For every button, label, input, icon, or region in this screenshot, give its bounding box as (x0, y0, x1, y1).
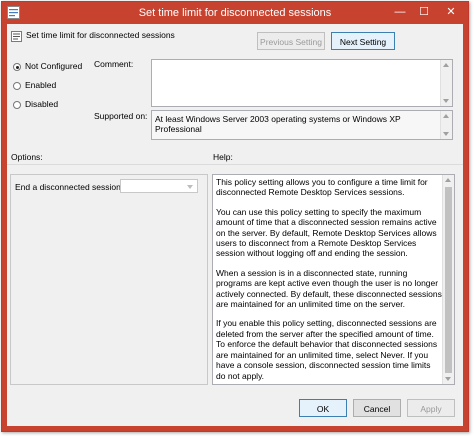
scroll-down-icon[interactable] (443, 99, 449, 103)
policy-name-label: Set time limit for disconnected sessions (26, 30, 175, 40)
next-setting-button[interactable]: Next Setting (331, 32, 395, 50)
comment-scrollbar[interactable] (440, 60, 452, 106)
policy-setting-icon (11, 31, 22, 42)
options-panel: End a disconnected session (10, 174, 208, 385)
minimize-button[interactable]: — (388, 3, 412, 21)
help-paragraph: This policy setting allows you to config… (216, 177, 428, 198)
maximize-button[interactable]: ☐ (412, 3, 436, 21)
supported-on-label: Supported on: (94, 111, 148, 121)
not-configured-label[interactable]: Not Configured (25, 61, 82, 71)
cancel-button[interactable]: Cancel (353, 399, 401, 417)
disabled-radio[interactable] (13, 101, 21, 109)
help-text: This policy setting allows you to config… (216, 177, 442, 390)
help-paragraph: You can use this policy setting to speci… (216, 206, 437, 259)
close-button[interactable]: ✕ (436, 3, 466, 21)
supported-on-value: At least Windows Server 2003 operating s… (155, 114, 401, 134)
section-divider (7, 164, 463, 165)
comment-textarea[interactable] (151, 59, 453, 107)
ok-button[interactable]: OK (299, 399, 347, 417)
end-session-dropdown[interactable] (120, 179, 198, 193)
supported-on-box: At least Windows Server 2003 operating s… (151, 110, 453, 140)
apply-button[interactable]: Apply (407, 399, 455, 417)
dialog-body: Set time limit for disconnected sessions… (7, 24, 463, 426)
chevron-down-icon (187, 185, 193, 189)
scroll-up-icon[interactable] (443, 114, 449, 118)
comment-label: Comment: (94, 59, 134, 69)
help-scrollbar[interactable] (442, 175, 454, 384)
scroll-up-icon[interactable] (445, 178, 451, 182)
scroll-thumb[interactable] (445, 187, 452, 373)
previous-setting-button[interactable]: Previous Setting (257, 32, 325, 50)
help-panel: This policy setting allows you to config… (212, 174, 455, 385)
disabled-label[interactable]: Disabled (25, 99, 58, 109)
enabled-radio[interactable] (13, 82, 21, 90)
title-bar[interactable]: Set time limit for disconnected sessions… (2, 2, 468, 24)
scroll-up-icon[interactable] (443, 63, 449, 67)
enabled-label[interactable]: Enabled (25, 80, 56, 90)
options-label: Options: (11, 152, 43, 162)
scroll-down-icon[interactable] (443, 132, 449, 136)
supported-scrollbar[interactable] (440, 111, 452, 139)
not-configured-radio[interactable] (13, 63, 21, 71)
help-paragraph: If you enable this policy setting, disco… (216, 318, 438, 381)
help-label: Help: (213, 152, 233, 162)
help-paragraph: When a session is in a disconnected stat… (216, 267, 442, 310)
dialog-window: Set time limit for disconnected sessions… (1, 1, 469, 432)
scroll-down-icon[interactable] (445, 377, 451, 381)
end-session-label: End a disconnected session (15, 182, 121, 192)
